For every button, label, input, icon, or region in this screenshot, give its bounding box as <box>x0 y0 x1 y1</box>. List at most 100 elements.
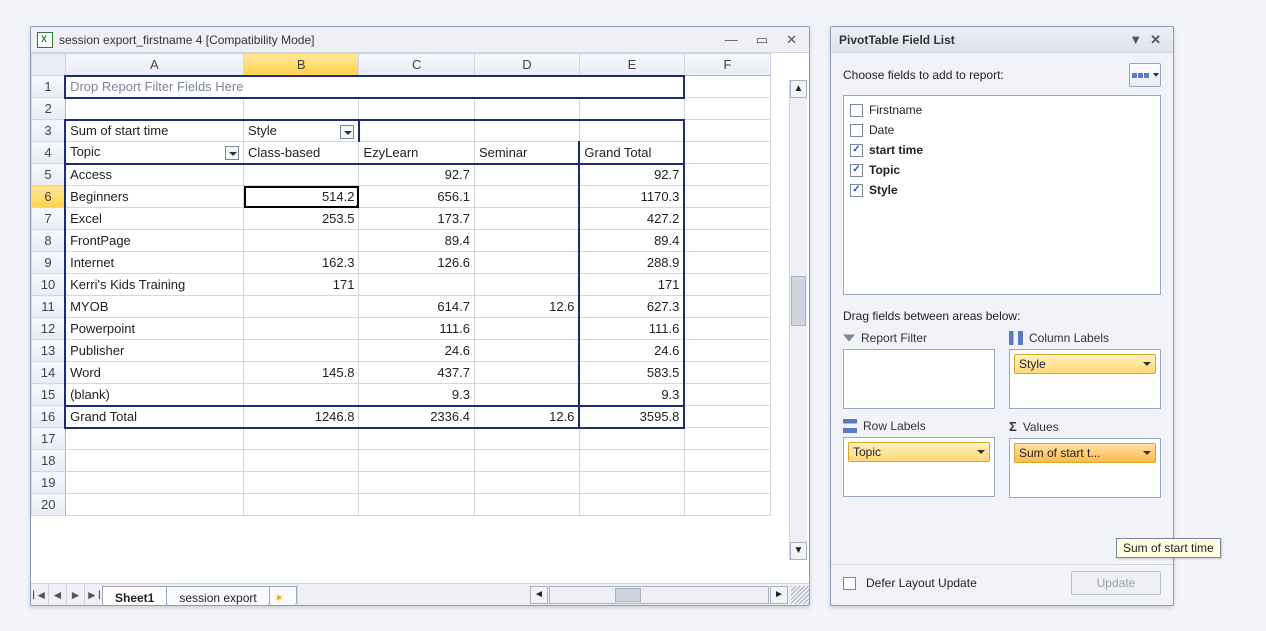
cell-E3[interactable] <box>579 120 684 142</box>
row-label-cell[interactable]: Grand Total <box>65 406 243 428</box>
cell-F11[interactable] <box>684 296 770 318</box>
data-cell[interactable]: 437.7 <box>359 362 474 384</box>
tab-session-export[interactable]: session export <box>166 586 269 605</box>
tab-first-icon[interactable]: I◄ <box>31 584 49 605</box>
col-field-cell[interactable]: Style <box>244 120 359 142</box>
data-cell[interactable] <box>244 318 359 340</box>
cell-F4[interactable] <box>684 142 770 164</box>
cell-C19[interactable] <box>359 472 474 494</box>
data-cell[interactable]: 288.9 <box>579 252 684 274</box>
cell-F12[interactable] <box>684 318 770 340</box>
field-checkbox[interactable] <box>850 104 863 117</box>
column-header-B[interactable]: B <box>244 54 359 76</box>
data-cell[interactable]: 1170.3 <box>579 186 684 208</box>
field-item-start-time[interactable]: start time <box>850 140 1154 160</box>
row-label-cell[interactable]: Excel <box>65 208 243 230</box>
data-cell[interactable]: 173.7 <box>359 208 474 230</box>
field-list-close-icon[interactable]: ✕ <box>1146 32 1165 48</box>
col-label-3[interactable]: Grand Total <box>579 142 684 164</box>
cell-F13[interactable] <box>684 340 770 362</box>
row-header-10[interactable]: 10 <box>32 274 66 296</box>
cell-F19[interactable] <box>684 472 770 494</box>
hscroll-thumb[interactable] <box>615 588 641 602</box>
field-checkbox[interactable] <box>850 184 863 197</box>
data-cell[interactable]: 12.6 <box>474 406 579 428</box>
data-cell[interactable]: 253.5 <box>244 208 359 230</box>
column-labels-dropzone[interactable]: Style <box>1009 349 1161 409</box>
data-cell[interactable]: 111.6 <box>359 318 474 340</box>
col-label-2[interactable]: Seminar <box>474 142 579 164</box>
row-label-cell[interactable]: Powerpoint <box>65 318 243 340</box>
tab-next-icon[interactable]: ► <box>67 584 85 605</box>
row-header-17[interactable]: 17 <box>32 428 66 450</box>
data-cell[interactable] <box>244 164 359 186</box>
cell-F17[interactable] <box>684 428 770 450</box>
layout-options-button[interactable] <box>1129 63 1161 87</box>
data-cell[interactable] <box>244 230 359 252</box>
data-cell[interactable] <box>474 208 579 230</box>
field-item-topic[interactable]: Topic <box>850 160 1154 180</box>
row-header-18[interactable]: 18 <box>32 450 66 472</box>
row-field-dropdown-icon[interactable] <box>225 146 239 160</box>
cell-C3[interactable] <box>359 120 474 142</box>
cell-F10[interactable] <box>684 274 770 296</box>
data-cell[interactable] <box>359 274 474 296</box>
tab-prev-icon[interactable]: ◄ <box>49 584 67 605</box>
new-sheet-icon[interactable]: ✶ <box>269 586 297 605</box>
row-header-4[interactable]: 4 <box>32 142 66 164</box>
scroll-up-icon[interactable]: ▲ <box>790 80 807 98</box>
data-cell[interactable]: 92.7 <box>359 164 474 186</box>
cell-E19[interactable] <box>579 472 684 494</box>
cell-A2[interactable] <box>65 98 243 120</box>
field-checkbox[interactable] <box>850 144 863 157</box>
data-cell[interactable] <box>244 384 359 406</box>
row-field-cell[interactable]: Topic <box>65 142 243 164</box>
cell-E2[interactable] <box>579 98 684 120</box>
restore-icon[interactable]: ▭ <box>756 32 768 48</box>
field-checkbox[interactable] <box>850 164 863 177</box>
row-label-cell[interactable]: Kerri's Kids Training <box>65 274 243 296</box>
row-label-cell[interactable]: MYOB <box>65 296 243 318</box>
hscroll-track[interactable] <box>549 586 769 604</box>
cell-B19[interactable] <box>244 472 359 494</box>
cell-A17[interactable] <box>65 428 243 450</box>
cell-B18[interactable] <box>244 450 359 472</box>
cell-D20[interactable] <box>474 494 579 516</box>
data-cell[interactable]: 89.4 <box>359 230 474 252</box>
cell-F2[interactable] <box>684 98 770 120</box>
data-cell[interactable]: 3595.8 <box>579 406 684 428</box>
field-item-firstname[interactable]: Firstname <box>850 100 1154 120</box>
row-label-cell[interactable]: Internet <box>65 252 243 274</box>
cell-F1[interactable] <box>684 76 770 98</box>
data-cell[interactable]: 2336.4 <box>359 406 474 428</box>
row-labels-dropzone[interactable]: Topic <box>843 437 995 497</box>
cell-F5[interactable] <box>684 164 770 186</box>
data-cell[interactable]: 24.6 <box>579 340 684 362</box>
row-label-cell[interactable]: FrontPage <box>65 230 243 252</box>
row-header-3[interactable]: 3 <box>32 120 66 142</box>
data-cell[interactable] <box>474 318 579 340</box>
column-header-A[interactable]: A <box>65 54 243 76</box>
row-header-8[interactable]: 8 <box>32 230 66 252</box>
report-filter-dropzone-cell[interactable]: Drop Report Filter Fields Here <box>65 76 684 98</box>
cell-D3[interactable] <box>474 120 579 142</box>
data-cell[interactable] <box>474 340 579 362</box>
row-header-5[interactable]: 5 <box>32 164 66 186</box>
cell-F20[interactable] <box>684 494 770 516</box>
cell-D2[interactable] <box>474 98 579 120</box>
values-field-pill[interactable]: Sum of start t... <box>1014 443 1156 463</box>
minimize-icon[interactable]: — <box>725 32 738 48</box>
row-label-cell[interactable]: Word <box>65 362 243 384</box>
tab-last-icon[interactable]: ►I <box>85 584 103 605</box>
cell-F14[interactable] <box>684 362 770 384</box>
data-cell[interactable]: 171 <box>579 274 684 296</box>
cell-F8[interactable] <box>684 230 770 252</box>
data-cell[interactable]: 583.5 <box>579 362 684 384</box>
cell-E20[interactable] <box>579 494 684 516</box>
values-dropzone[interactable]: Sum of start t... <box>1009 438 1161 498</box>
row-label-cell[interactable]: Beginners <box>65 186 243 208</box>
data-cell[interactable]: 427.2 <box>579 208 684 230</box>
data-cell[interactable]: 92.7 <box>579 164 684 186</box>
select-all-corner[interactable] <box>32 54 66 76</box>
row-header-11[interactable]: 11 <box>32 296 66 318</box>
